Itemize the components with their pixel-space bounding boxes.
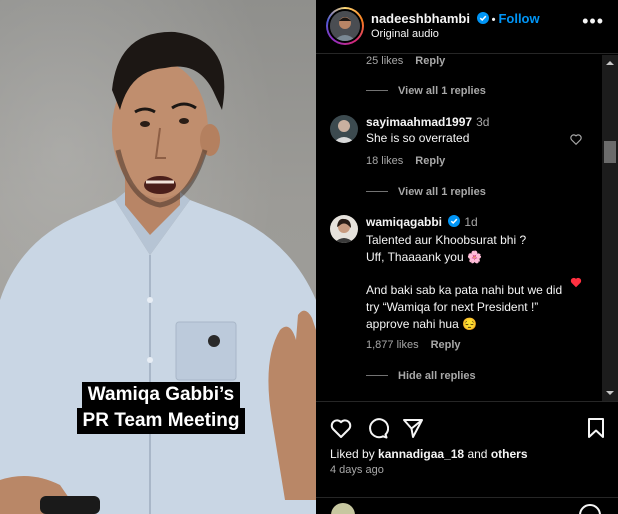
comment-bubble-icon[interactable]: [365, 416, 389, 440]
video-caption: Wamiqa Gabbi’s PR Team Meeting: [76, 382, 246, 434]
reel-video[interactable]: Wamiqa Gabbi’s PR Team Meeting: [0, 0, 316, 514]
comment-text: She is so overrated: [366, 131, 470, 145]
follow-button[interactable]: Follow: [498, 11, 539, 26]
comment-username[interactable]: wamiqagabbi 1d: [366, 215, 478, 229]
comment-username[interactable]: sayimaahmad1997 3d: [366, 115, 489, 129]
commenter-avatar-image: [330, 115, 358, 143]
heart-filled-icon[interactable]: [569, 275, 583, 289]
video-person-illustration: [0, 31, 316, 514]
comments-list: 25 likes Reply View all 1 replies sayimaa…: [316, 55, 602, 401]
comment-text-line-3: And baki sab ka pata nahi but we did try…: [366, 283, 563, 331]
comment-likes[interactable]: 18 likes: [366, 155, 403, 167]
avatar[interactable]: [330, 115, 358, 143]
like-heart-icon[interactable]: [329, 416, 353, 440]
verified-badge-icon: [476, 12, 489, 24]
caption-line-2: PR Team Meeting: [76, 408, 246, 434]
separator-dot: •: [491, 14, 496, 26]
share-send-icon[interactable]: [401, 416, 425, 440]
comment-time: 3d: [476, 115, 490, 129]
author-username[interactable]: nadeeshbhambi: [371, 11, 470, 26]
thread-line: [366, 375, 388, 376]
scroll-thumb[interactable]: [604, 141, 616, 163]
comment-meta: 1,877 likes Reply: [366, 339, 461, 351]
liked-by-prefix: Liked by: [330, 447, 375, 461]
comment-likes[interactable]: 1,877 likes: [366, 339, 419, 351]
hide-replies[interactable]: Hide all replies: [366, 370, 476, 382]
scroll-down-arrow-icon[interactable]: [602, 385, 618, 401]
reply-button[interactable]: Reply: [415, 55, 445, 67]
comment-username-text[interactable]: wamiqagabbi: [366, 215, 442, 229]
liked-by-and: and: [467, 447, 488, 461]
viewer-avatar: [331, 503, 355, 514]
post-header: nadeeshbhambi • Follow Original audio •••: [316, 0, 618, 54]
thread-line: [366, 191, 388, 192]
scroll-up-arrow-icon[interactable]: [602, 55, 618, 71]
add-comment-row[interactable]: [316, 497, 618, 514]
comment-text-line-1: Talented aur Khoobsurat bhi ?: [366, 233, 527, 247]
liked-by-others[interactable]: others: [491, 447, 528, 461]
more-horizontal-icon[interactable]: •••: [582, 12, 604, 30]
author-line: nadeeshbhambi • Follow: [371, 11, 540, 26]
comment-time: 1d: [464, 215, 478, 229]
verified-badge-icon: [448, 215, 461, 227]
reply-button[interactable]: Reply: [431, 339, 461, 351]
post-timestamp[interactable]: 4 days ago: [330, 464, 384, 476]
comment-text-line-2: Uff, Thaaaank you 🌸: [366, 250, 482, 264]
thread-line: [366, 90, 388, 91]
comment-likes[interactable]: 25 likes: [366, 55, 403, 67]
liked-by-user[interactable]: kannadigaa_18: [378, 447, 464, 461]
liked-by-line: Liked by kannadigaa_18 and others: [330, 447, 528, 461]
heart-outline-icon[interactable]: [569, 132, 583, 146]
comments-scrollbar[interactable]: [602, 55, 618, 401]
emoji-icon[interactable]: [578, 502, 602, 514]
hide-replies-label: Hide all replies: [398, 370, 476, 382]
audio-label[interactable]: Original audio: [371, 28, 439, 40]
comment-meta-prev: 25 likes Reply: [366, 55, 445, 67]
author-avatar[interactable]: [326, 7, 364, 45]
caption-line-1: Wamiqa Gabbi’s: [81, 382, 241, 408]
view-replies-1[interactable]: View all 1 replies: [366, 85, 486, 97]
commenter-avatar-image: [330, 215, 358, 243]
view-replies-2[interactable]: View all 1 replies: [366, 186, 486, 198]
avatar[interactable]: [330, 215, 358, 243]
post-actions: Liked by kannadigaa_18 and others 4 days…: [316, 401, 618, 514]
save-bookmark-icon[interactable]: [584, 416, 608, 440]
comment-meta: 18 likes Reply: [366, 155, 445, 167]
view-replies-label: View all 1 replies: [398, 186, 486, 198]
comment-username-text[interactable]: sayimaahmad1997: [366, 115, 472, 129]
reply-button[interactable]: Reply: [415, 155, 445, 167]
post-side-panel: nadeeshbhambi • Follow Original audio •••…: [316, 0, 618, 514]
author-avatar-image: [330, 11, 360, 41]
view-replies-label: View all 1 replies: [398, 85, 486, 97]
